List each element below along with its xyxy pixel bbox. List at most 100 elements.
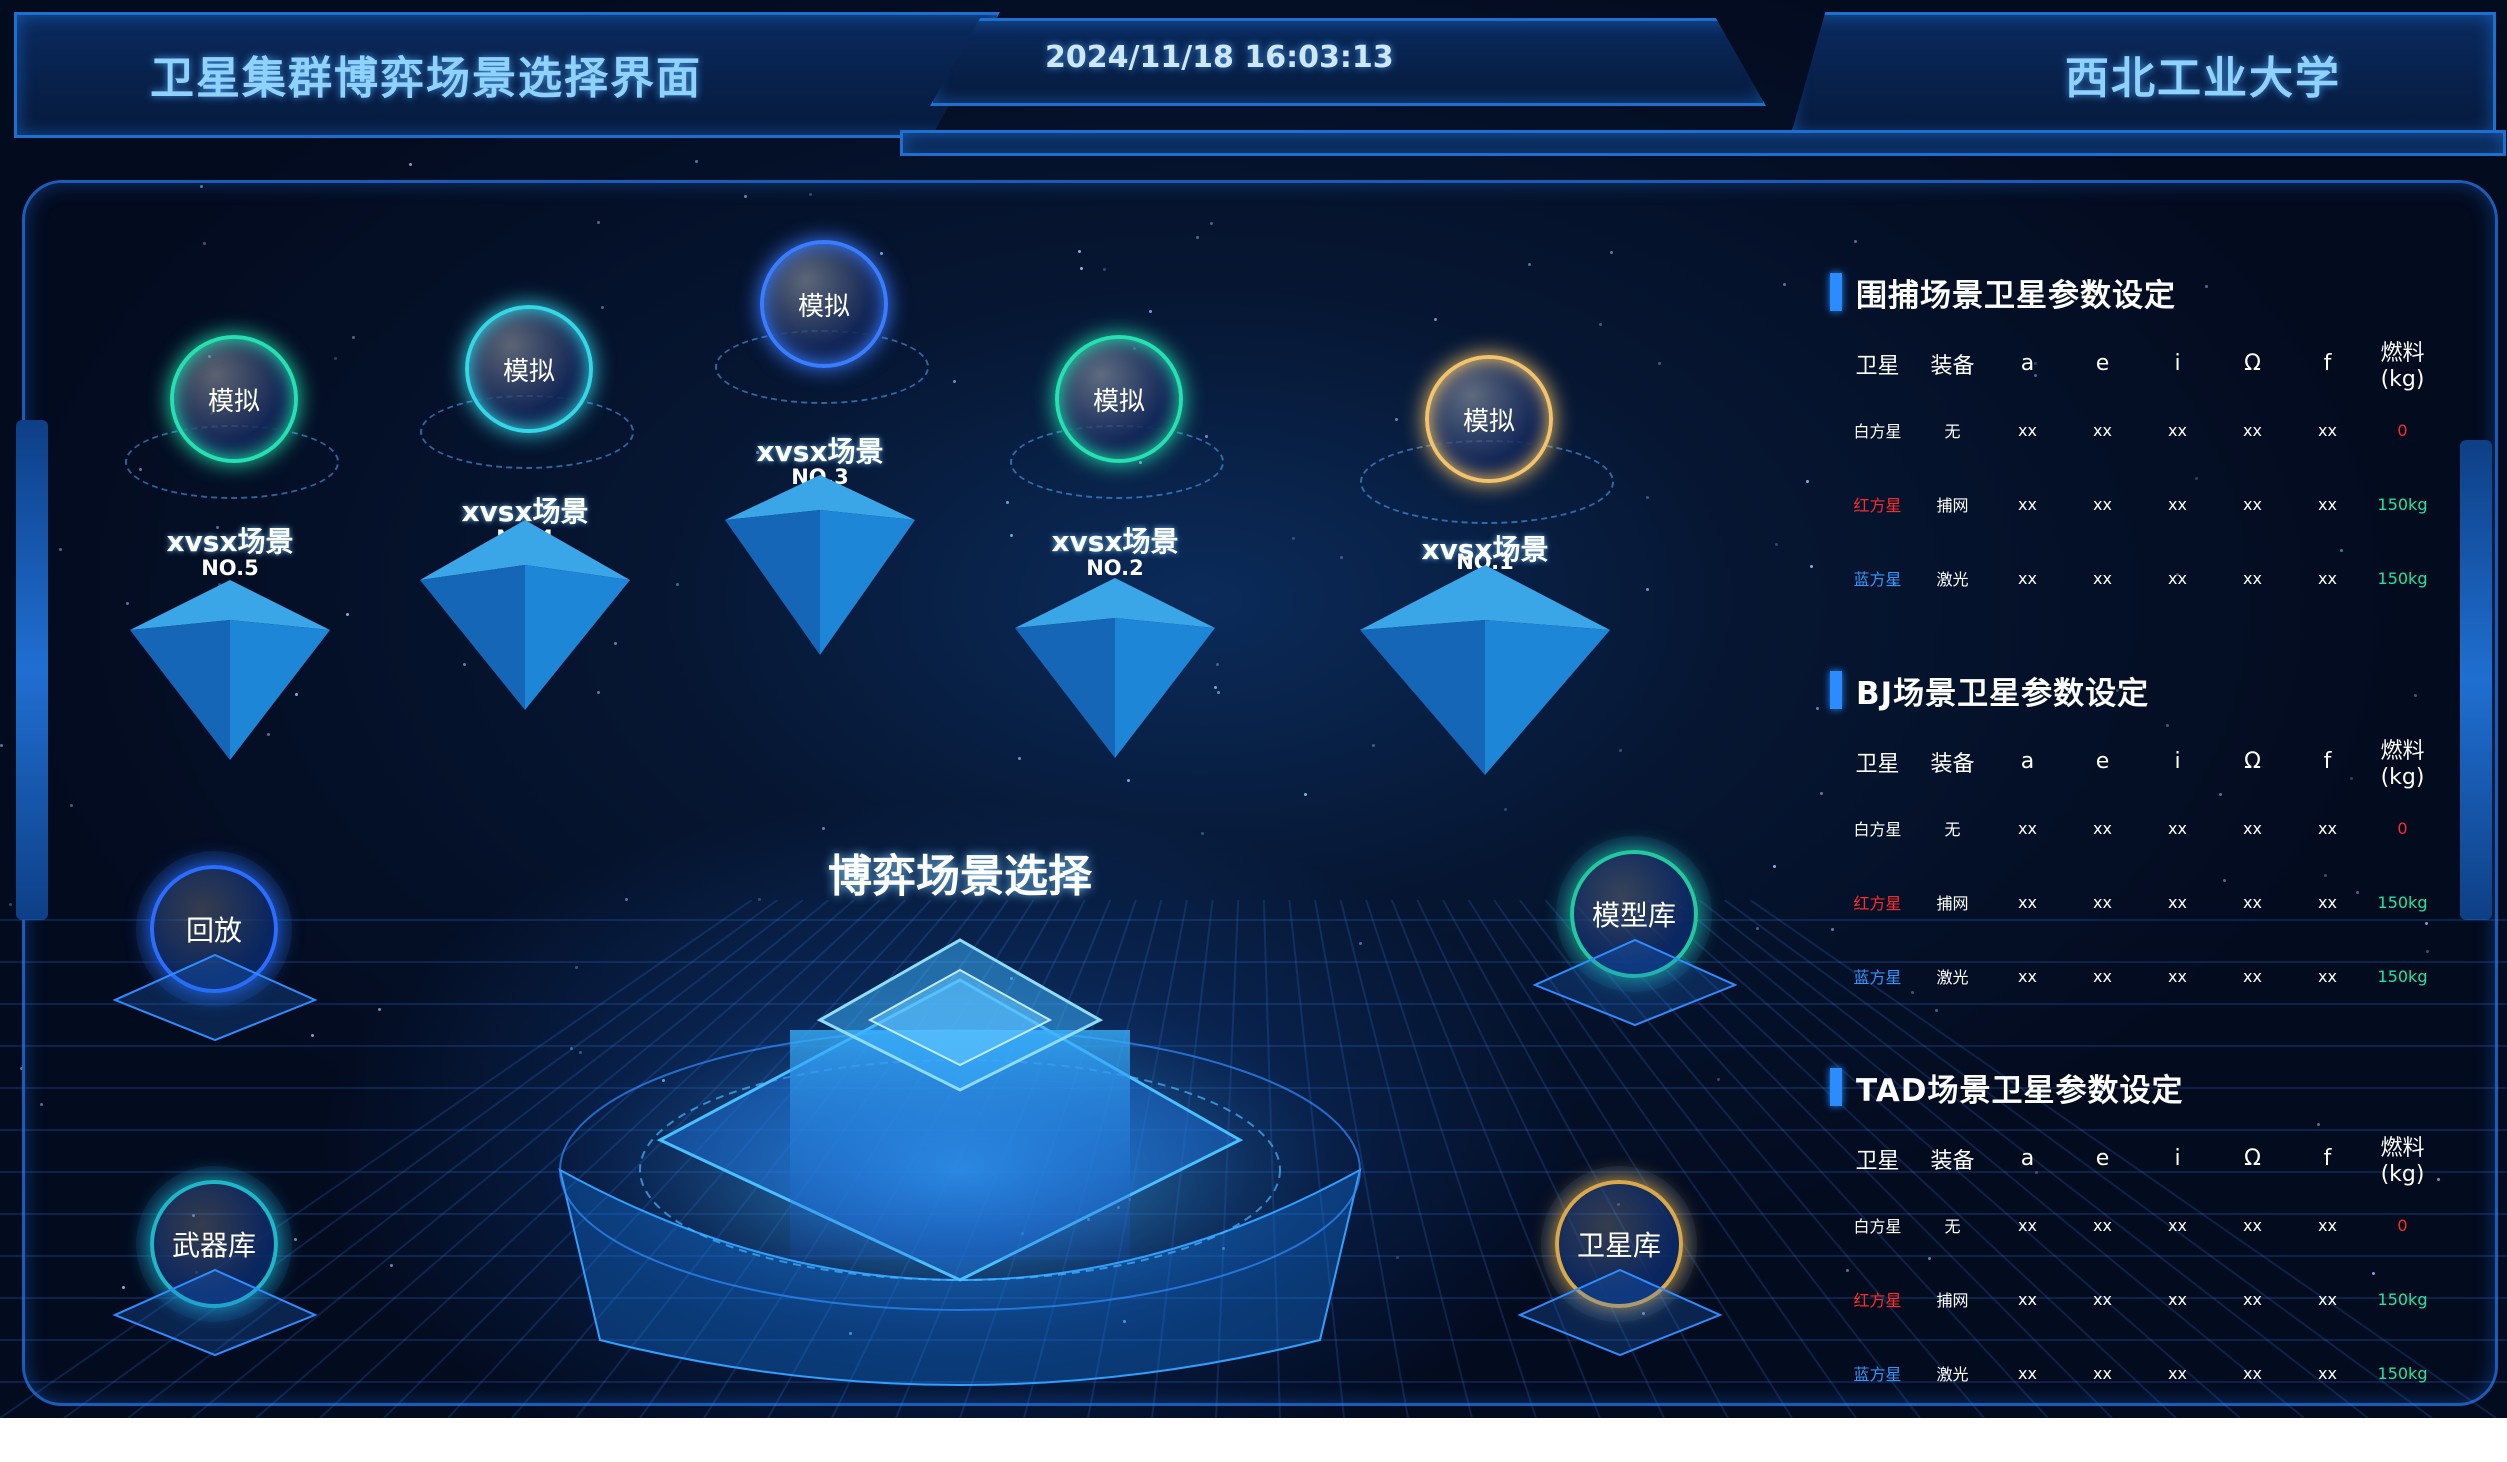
scene-name: xvsx场景 xyxy=(1051,525,1179,558)
left-side-bar xyxy=(16,420,48,920)
satellite-library-button[interactable]: 卫星库 xyxy=(1500,1180,1740,1380)
column-header: a xyxy=(2020,1146,2035,1171)
cell-e: xx xyxy=(2093,818,2112,838)
cell-equip: 激光 xyxy=(1936,968,1969,987)
cell-name: 白方星 xyxy=(1853,1217,1902,1236)
weapons-label: 武器库 xyxy=(171,1229,256,1262)
cell-equip: 激光 xyxy=(1936,1365,1969,1384)
cell-a: xx xyxy=(2018,966,2037,986)
panel-title-text: 围捕场景卫星参数设定 xyxy=(1856,277,2176,314)
panel-title: BJ场景卫星参数设定 xyxy=(1830,670,2149,712)
cell-i: xx xyxy=(2168,818,2187,838)
simulate-orb-button[interactable]: 模拟 xyxy=(1055,335,1183,463)
column-header: 燃料(kg) xyxy=(2380,1136,2425,1187)
column-header: e xyxy=(2095,749,2110,774)
panel-accent-bar xyxy=(1830,273,1842,311)
satellites-label: 卫星库 xyxy=(1576,1229,1661,1262)
table-row[interactable]: 白方星 无 xx xx xx xx xx 0 xyxy=(1840,791,2440,865)
scene-name: xvsx场景 xyxy=(166,525,294,558)
cell-a: xx xyxy=(2018,892,2037,912)
column-header: 装备 xyxy=(1930,353,1975,379)
column-header: 卫星 xyxy=(1855,751,1900,777)
orb-label: 模拟 xyxy=(1462,406,1515,437)
cell-f: xx xyxy=(2318,1289,2337,1309)
cell-a: xx xyxy=(2018,818,2037,838)
cell-i: xx xyxy=(2168,892,2187,912)
cell-equip: 捕网 xyxy=(1936,496,1969,515)
table-row[interactable]: 红方星 捕网 xx xx xx xx xx 150kg xyxy=(1840,1262,2440,1336)
simulate-orb-button[interactable]: 模拟 xyxy=(170,335,298,463)
table-row[interactable]: 白方星 无 xx xx xx xx xx 0 xyxy=(1840,393,2440,467)
model-library-button[interactable]: 模型库 xyxy=(1515,850,1755,1050)
cell-i: xx xyxy=(2168,568,2187,588)
table-row[interactable]: 红方星 捕网 xx xx xx xx xx 150kg xyxy=(1840,865,2440,939)
table-row[interactable]: 蓝方星 激光 xx xx xx xx xx 150kg xyxy=(1840,939,2440,1013)
cell-omega: xx xyxy=(2243,818,2262,838)
cell-omega: xx xyxy=(2243,966,2262,986)
table-row[interactable]: 蓝方星 激光 xx xx xx xx xx 150kg xyxy=(1840,541,2440,615)
cell-fuel: 0 xyxy=(2397,420,2408,440)
scene-card-no1[interactable]: 模拟 xvsx场景 NO.1 xyxy=(1355,340,1615,820)
cell-fuel: 150kg xyxy=(2377,568,2428,588)
cell-e: xx xyxy=(2093,892,2112,912)
center-platform[interactable]: 博弈场景选择 xyxy=(520,851,1400,1390)
organization-name: 西北工业大学 xyxy=(2065,53,2341,104)
cell-a: xx xyxy=(2018,494,2037,514)
scene-number: NO.2 xyxy=(1086,556,1144,580)
simulate-orb-button[interactable]: 模拟 xyxy=(465,305,593,433)
cell-e: xx xyxy=(2093,1289,2112,1309)
panel-title: 围捕场景卫星参数设定 xyxy=(1830,272,2176,314)
weapons-library-button[interactable]: 武器库 xyxy=(95,1180,335,1380)
params-table: 卫星 装备 a e i Ωf 燃料(kg) 白方星 无 xx xx xx xx xx 0 红方星 捕网 xx xx x… xyxy=(1840,732,2440,1013)
scene-name: xvsx场景 xyxy=(756,435,884,468)
bj-params-panel: BJ场景卫星参数设定 卫星 装备 a e i Ωf 燃料(kg) 白方星 无 xx xx xx xx xx… xyxy=(1830,670,2450,990)
scene-card-no3[interactable]: 模拟 xvsx场景 NO.3 xyxy=(690,225,950,705)
cell-fuel: 150kg xyxy=(2377,494,2428,514)
scene-card-no2[interactable]: 模拟 xvsx场景 NO.2 xyxy=(985,320,1245,800)
panel-title: TAD场景卫星参数设定 xyxy=(1830,1067,2184,1109)
cell-fuel: 150kg xyxy=(2377,1289,2428,1309)
cell-e: xx xyxy=(2093,420,2112,440)
satellites-base-icon xyxy=(1517,1268,1723,1357)
star-dot xyxy=(0,744,3,747)
column-header: a xyxy=(2020,351,2035,376)
scene-card-no5[interactable]: 模拟 xvsx场景 NO.5 xyxy=(100,320,360,800)
table-row[interactable]: 蓝方星 激光 xx xx xx xx xx 150kg xyxy=(1840,1336,2440,1410)
simulate-orb-button[interactable]: 模拟 xyxy=(1425,355,1553,483)
cell-f: xx xyxy=(2318,966,2337,986)
cell-f: xx xyxy=(2318,494,2337,514)
cell-e: xx xyxy=(2093,1215,2112,1235)
cell-a: xx xyxy=(2018,568,2037,588)
cell-f: xx xyxy=(2318,568,2337,588)
cell-name: 红方星 xyxy=(1853,496,1902,515)
cell-equip: 激光 xyxy=(1936,570,1969,589)
dashboard-stage: 卫星集群博弈场景选择界面 2024/11/18 16:03:13 西北工业大学 xyxy=(0,0,2507,1418)
params-table: 卫星 装备 a e i Ωf 燃料(kg) 白方星 无 xx xx xx xx xx 0 红方星 捕网 xx xx x… xyxy=(1840,1129,2440,1410)
panel-accent-bar xyxy=(1830,671,1842,709)
table-header-row: 卫星 装备 a e i Ωf 燃料(kg) xyxy=(1840,334,2440,393)
cell-equip: 无 xyxy=(1944,820,1961,839)
cell-name: 红方星 xyxy=(1853,894,1902,913)
cell-i: xx xyxy=(2168,1363,2187,1383)
models-label: 模型库 xyxy=(1591,899,1676,932)
table-row[interactable]: 白方星 无 xx xx xx xx xx 0 xyxy=(1840,1188,2440,1262)
table-row[interactable]: 红方星 捕网 xx xx xx xx xx 150kg xyxy=(1840,467,2440,541)
scene-pyramid xyxy=(725,475,915,655)
scene-card-no4[interactable]: 模拟 xvsx场景 NO.4 xyxy=(395,290,655,770)
star-dot xyxy=(695,160,698,163)
column-header: Ω xyxy=(2244,749,2261,774)
column-header: 燃料(kg) xyxy=(2380,739,2425,790)
cell-omega: xx xyxy=(2243,1215,2262,1235)
params-table: 卫星 装备 a e i Ωf 燃料(kg) 白方星 无 xx xx xx xx xx 0 红方星 捕网 xx xx x… xyxy=(1840,334,2440,615)
replay-button[interactable]: 回放 xyxy=(95,865,335,1065)
column-header: f xyxy=(2323,1146,2332,1171)
star-dot xyxy=(409,163,412,166)
cell-a: xx xyxy=(2018,420,2037,440)
panel-title-text: TAD场景卫星参数设定 xyxy=(1856,1072,2184,1109)
simulate-orb-button[interactable]: 模拟 xyxy=(760,240,888,368)
panel-accent-bar xyxy=(1830,1068,1842,1106)
cell-omega: xx xyxy=(2243,1289,2262,1309)
column-header: a xyxy=(2020,749,2035,774)
column-header: i xyxy=(2174,351,2181,376)
cell-e: xx xyxy=(2093,1363,2112,1383)
